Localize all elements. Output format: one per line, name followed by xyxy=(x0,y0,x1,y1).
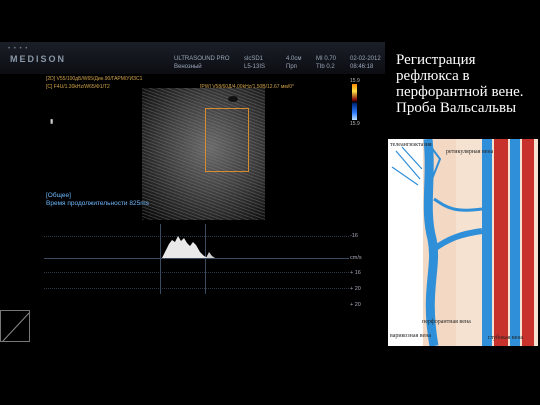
doppler-axis-mid: + 16 xyxy=(350,270,361,276)
vessel-lumen xyxy=(228,96,238,102)
depth-column: 4.0см Прп xyxy=(286,55,301,71)
study-text: Венозный xyxy=(174,64,202,70)
scale-bottom-label: 15.9 xyxy=(350,121,360,127)
slide-title: Регистрация рефлюкса в перфорантной вене… xyxy=(396,52,524,116)
thumbnail-diagonal xyxy=(2,312,30,342)
depth-unit: Прп xyxy=(286,64,297,70)
color-roi-box xyxy=(205,108,249,172)
info-heading: [Общее] xyxy=(46,192,71,199)
vein-diagram: телеангиэктазия ретикулярная вена перфор… xyxy=(388,138,538,347)
vein-diagram-art xyxy=(391,138,538,347)
doppler-axis-low: + 20 xyxy=(350,286,361,292)
color-scale-bar xyxy=(352,84,357,120)
param-2d: [2D] V55/100дБ/W65/Дин.90/ГАРМ/УИЗС1 xyxy=(46,76,143,82)
thumbnail-box xyxy=(0,310,30,342)
time-text: 08:46:18 xyxy=(350,64,374,70)
mi-value: MI 0.70 xyxy=(316,56,337,62)
index-column: MI 0.70 TIb 0.2 xyxy=(316,55,336,71)
label-telangiectasia: телеангиэктазия xyxy=(390,142,432,148)
preset-id: slcSD1 xyxy=(244,56,264,62)
doppler-axis-unit: cm/s xyxy=(350,255,362,261)
param-color: [C] F4U/1.30kHz/W65/Ф1/Т2 xyxy=(46,84,110,90)
depth-value: 4.0см xyxy=(286,56,302,62)
label-deep: глубокая вена xyxy=(488,335,524,341)
label-perforating: перфорантная вена xyxy=(422,319,471,325)
doppler-grid-2 xyxy=(44,272,349,274)
tib-value: TIb 0.2 xyxy=(316,64,335,70)
brand-logo: MEDISON xyxy=(10,54,67,64)
scale-top-label: 15.9 xyxy=(350,78,360,84)
label-reticular: ретикулярная вена xyxy=(446,149,494,155)
logo-dots: • • • • xyxy=(8,46,29,52)
date-text: 02-02-2012 xyxy=(350,56,381,62)
doppler-axis-bottom: + 20 xyxy=(350,302,361,308)
label-varicose: варикозная вена xyxy=(390,333,432,339)
probe-name: L5-13IS xyxy=(244,64,266,70)
datetime-column: 02-02-2012 08:46:18 xyxy=(350,55,381,71)
mode-text: ULTRASOUND PRO xyxy=(174,56,230,62)
probe-column: slcSD1 L5-13IS xyxy=(244,55,265,71)
mode-column: ULTRASOUND PRO Венозный xyxy=(174,55,230,71)
info-line: Время продолжительности 825ms xyxy=(46,200,149,207)
marker-icon: ▮ xyxy=(50,119,54,125)
doppler-grid-3 xyxy=(44,288,349,290)
doppler-axis-top: -16 xyxy=(350,233,358,239)
doppler-spectrum xyxy=(162,236,215,258)
info-box: [Общее] Время продолжительности 825ms xyxy=(46,192,149,208)
